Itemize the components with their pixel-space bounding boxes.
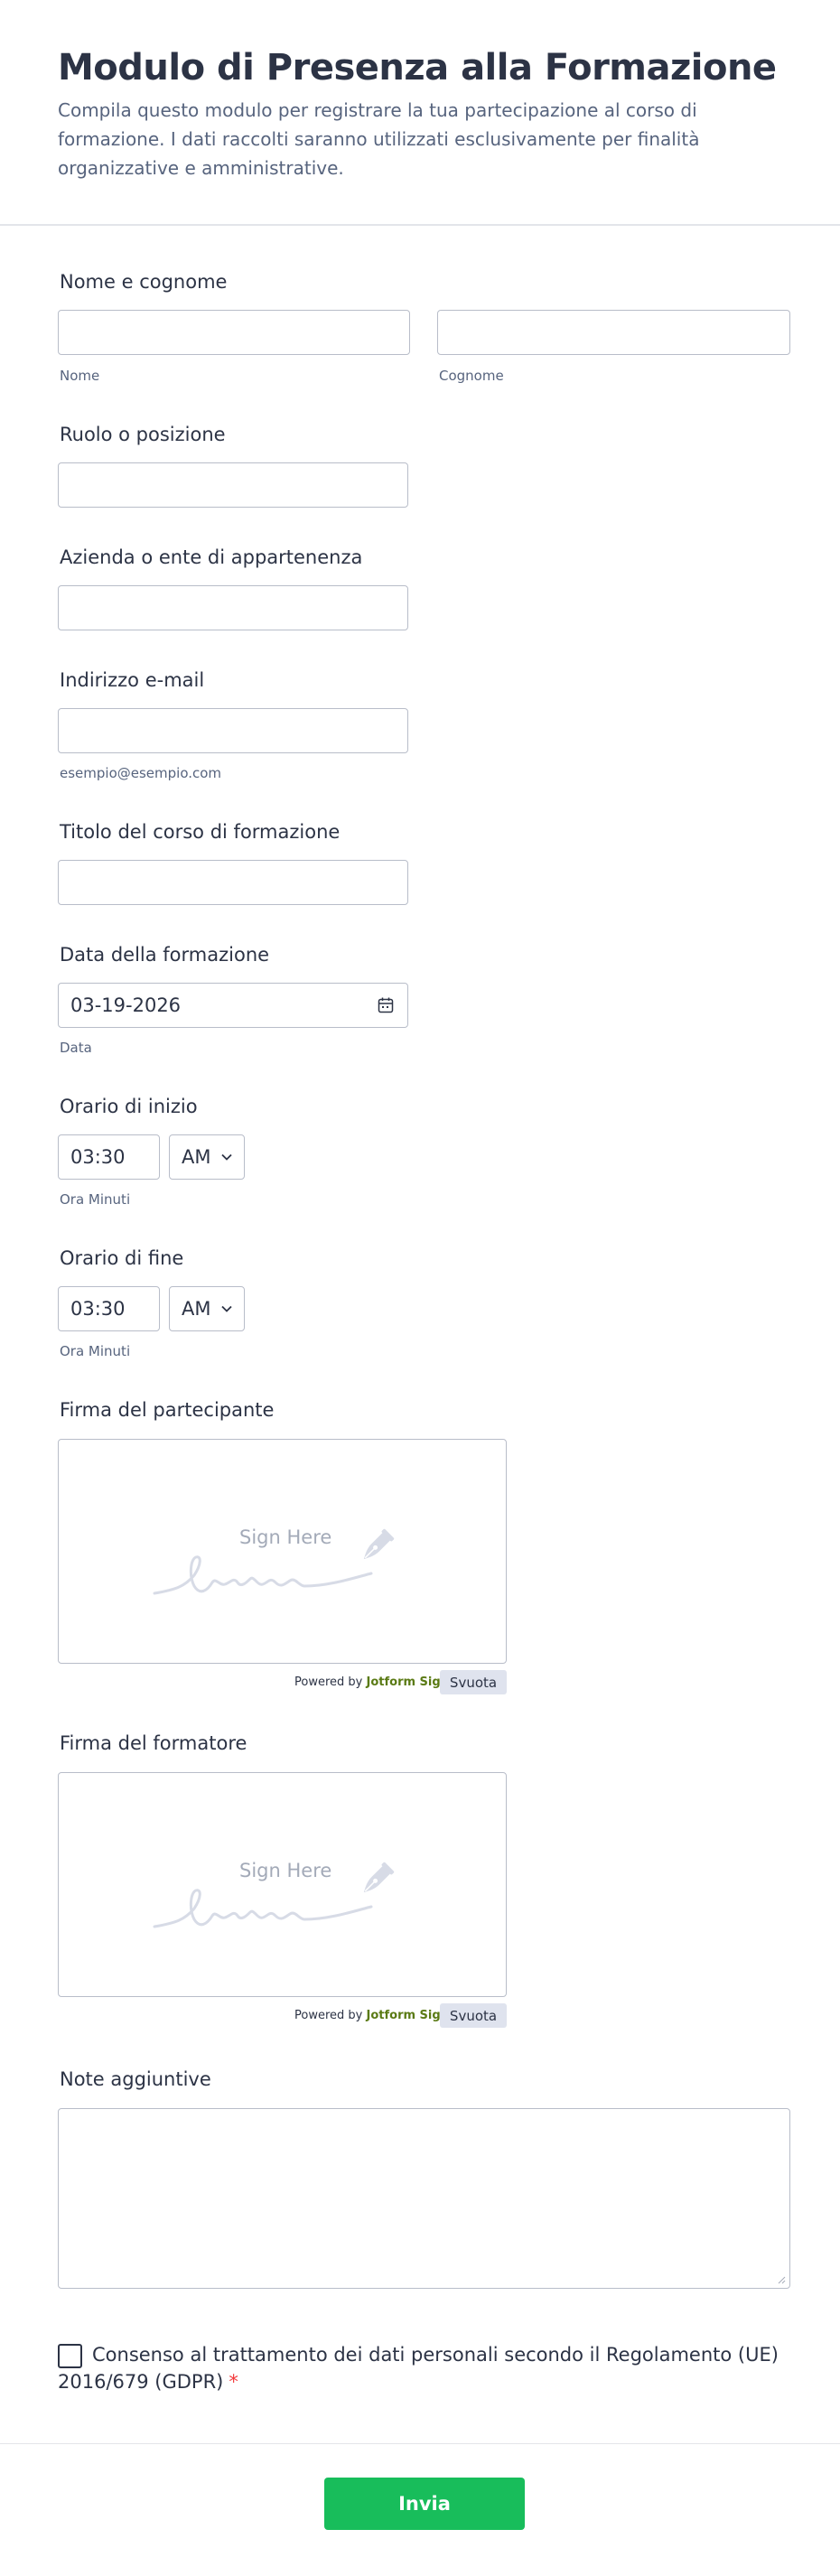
trainer-signature-pad[interactable]: Sign Here xyxy=(58,1772,507,1997)
required-mark: * xyxy=(229,2371,238,2393)
role-label: Ruolo o posizione xyxy=(60,424,226,445)
notes-textarea[interactable] xyxy=(58,2108,790,2289)
trainer-clear-button[interactable]: Svuota xyxy=(440,2003,507,2028)
form-description: Compila questo modulo per registrare la … xyxy=(58,99,700,179)
name-label: Nome e cognome xyxy=(60,271,228,293)
date-label: Data della formazione xyxy=(60,944,270,966)
date-sublabel: Data xyxy=(60,1040,92,1056)
end-time-label: Orario di fine xyxy=(60,1247,184,1269)
start-ampm-select[interactable]: AM xyxy=(169,1134,245,1180)
last-name-input[interactable] xyxy=(437,310,790,355)
company-label: Azienda o ente di appartenenza xyxy=(60,546,363,568)
end-time-value: 03:30 xyxy=(70,1298,126,1320)
consent-text: Consenso al trattamento dei dati persona… xyxy=(58,2341,780,2395)
email-input[interactable] xyxy=(58,708,408,753)
form-title: Modulo di Presenza alla Formazione xyxy=(58,47,777,89)
powered-prefix: Powered by xyxy=(294,1675,363,1689)
notes-label: Note aggiuntive xyxy=(60,2068,211,2090)
email-sublabel: esempio@esempio.com xyxy=(60,765,222,781)
course-title-input[interactable] xyxy=(58,860,408,905)
consent-label: Consenso al trattamento dei dati persona… xyxy=(58,2344,779,2393)
jotform-sign-brand: Jotform Sign xyxy=(366,2009,449,2022)
end-time-sublabel: Ora Minuti xyxy=(60,1343,131,1359)
participant-clear-button[interactable]: Svuota xyxy=(440,1670,507,1694)
start-time-value: 03:30 xyxy=(70,1146,126,1168)
email-label: Indirizzo e-mail xyxy=(60,669,205,691)
date-input[interactable]: 03-19-2026 xyxy=(58,983,408,1028)
resize-grip-icon[interactable] xyxy=(777,2275,786,2284)
pen-nib-icon xyxy=(153,1862,395,1928)
end-time-input[interactable]: 03:30 xyxy=(58,1286,160,1331)
form-header: Modulo di Presenza alla Formazione Compi… xyxy=(0,0,840,226)
chevron-down-icon xyxy=(221,1153,232,1161)
participant-signature-pad[interactable]: Sign Here xyxy=(58,1439,507,1664)
course-title-label: Titolo del corso di formazione xyxy=(60,821,341,843)
first-name-sublabel: Nome xyxy=(60,368,100,384)
trainer-powered-by: Powered by Jotform Sign xyxy=(294,2009,449,2022)
chevron-down-icon xyxy=(221,1305,232,1312)
start-time-label: Orario di inizio xyxy=(60,1096,198,1117)
powered-prefix: Powered by xyxy=(294,2009,363,2022)
first-name-input[interactable] xyxy=(58,310,410,355)
start-ampm-value: AM xyxy=(182,1146,211,1168)
start-time-sublabel: Ora Minuti xyxy=(60,1191,131,1208)
date-value: 03-19-2026 xyxy=(70,994,182,1016)
end-ampm-value: AM xyxy=(182,1298,211,1320)
jotform-sign-brand: Jotform Sign xyxy=(366,1675,449,1689)
last-name-sublabel: Cognome xyxy=(439,368,504,384)
pen-nib-icon xyxy=(153,1528,395,1595)
end-ampm-select[interactable]: AM xyxy=(169,1286,245,1331)
role-input[interactable] xyxy=(58,462,408,508)
submit-button[interactable]: Invia xyxy=(324,2478,525,2530)
company-input[interactable] xyxy=(58,585,408,630)
participant-signature-label: Firma del partecipante xyxy=(60,1399,275,1421)
participant-powered-by: Powered by Jotform Sign xyxy=(294,1675,449,1689)
calendar-icon[interactable] xyxy=(377,996,395,1014)
start-time-input[interactable]: 03:30 xyxy=(58,1134,160,1180)
footer-divider xyxy=(0,2443,840,2444)
trainer-signature-label: Firma del formatore xyxy=(60,1732,247,1754)
